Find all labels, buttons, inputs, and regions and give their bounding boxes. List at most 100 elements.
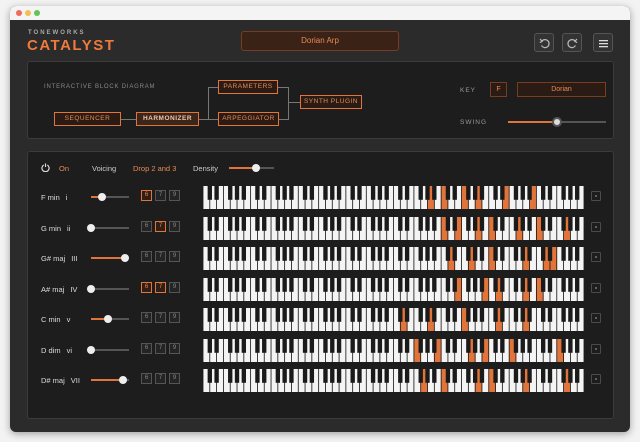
chord-velocity-slider[interactable] xyxy=(91,315,129,323)
block-sequencer[interactable]: SEQUENCER xyxy=(54,112,121,126)
velocity-knob[interactable] xyxy=(87,223,95,232)
extension-6-toggle[interactable]: 6 xyxy=(141,220,152,232)
randomize-icon[interactable] xyxy=(591,313,601,323)
preset-selector[interactable]: Dorian Arp xyxy=(241,31,399,51)
swing-slider-knob[interactable] xyxy=(552,117,562,127)
randomize-icon[interactable] xyxy=(591,282,601,293)
black-key xyxy=(323,247,328,261)
randomize-icon[interactable] xyxy=(591,252,601,262)
black-key xyxy=(357,186,362,200)
density-slider[interactable] xyxy=(229,164,274,172)
key-root-selector[interactable]: F xyxy=(490,82,507,97)
undo-button[interactable] xyxy=(534,33,554,52)
black-key xyxy=(561,247,566,261)
chord-numeral: IV xyxy=(70,284,78,294)
extension-9-toggle[interactable]: 9 xyxy=(169,190,180,201)
piano-keyboard[interactable] xyxy=(203,338,584,362)
extension-6-toggle[interactable]: 6 xyxy=(141,281,152,293)
randomize-icon[interactable] xyxy=(591,221,601,232)
redo-button[interactable] xyxy=(562,33,582,52)
extension-9-toggle[interactable]: 9 xyxy=(169,342,180,354)
swing-slider[interactable] xyxy=(508,117,606,127)
block-parameters[interactable]: PARAMETERS xyxy=(218,80,278,94)
block-synth-plugin[interactable]: SYNTH PLUGIN xyxy=(300,95,362,109)
chord-velocity-slider[interactable] xyxy=(87,284,129,293)
velocity-knob[interactable] xyxy=(87,284,95,293)
velocity-knob[interactable] xyxy=(87,345,95,354)
chord-velocity-slider[interactable] xyxy=(91,193,129,201)
black-key xyxy=(302,216,308,231)
black-key xyxy=(262,338,267,353)
extension-9-toggle[interactable]: 9 xyxy=(169,373,180,384)
black-key xyxy=(520,369,525,383)
black-key xyxy=(466,308,471,322)
extension-6-toggle[interactable]: 6 xyxy=(141,342,152,354)
menu-button[interactable] xyxy=(593,33,613,52)
piano-keyboard[interactable] xyxy=(203,216,584,240)
harmonizer-panel: On Voicing Drop 2 and 3 Density F min i 6 7… xyxy=(27,151,614,419)
black-key xyxy=(425,369,430,383)
black-key xyxy=(228,308,233,322)
piano-keyboard[interactable] xyxy=(203,369,584,392)
randomize-icon[interactable] xyxy=(591,343,601,354)
voicing-selector[interactable]: Drop 2 and 3 xyxy=(133,164,176,173)
black-key xyxy=(309,308,315,322)
extension-6-toggle[interactable]: 6 xyxy=(141,373,152,384)
black-key xyxy=(234,247,240,261)
black-key xyxy=(398,277,403,292)
extension-9-toggle[interactable]: 9 xyxy=(169,312,180,323)
extension-7-toggle[interactable]: 7 xyxy=(155,342,166,354)
minimize-window-button[interactable] xyxy=(25,10,31,16)
black-key xyxy=(398,338,403,353)
black-key xyxy=(500,369,505,383)
chord-velocity-slider[interactable] xyxy=(91,376,129,384)
extension-7-toggle[interactable]: 7 xyxy=(155,312,166,323)
swing-label: SWING xyxy=(460,119,488,126)
piano-keyboard[interactable] xyxy=(203,186,584,209)
randomize-icon[interactable] xyxy=(591,374,601,384)
velocity-knob[interactable] xyxy=(119,376,128,384)
close-window-button[interactable] xyxy=(16,10,22,16)
undo-icon xyxy=(539,38,550,49)
extension-7-toggle[interactable]: 7 xyxy=(155,373,166,384)
power-icon[interactable] xyxy=(41,163,50,172)
piano-keyboard[interactable] xyxy=(203,308,584,331)
key-mode-selector[interactable]: Dorian xyxy=(517,82,606,97)
chord-numeral: vi xyxy=(66,345,73,355)
black-key xyxy=(377,369,383,383)
chord-velocity-slider[interactable] xyxy=(87,223,129,232)
randomize-icon[interactable] xyxy=(591,191,601,201)
black-key xyxy=(275,277,281,292)
velocity-knob[interactable] xyxy=(121,254,130,262)
extension-7-toggle[interactable]: 7 xyxy=(155,220,166,232)
power-on-label[interactable]: On xyxy=(59,164,69,173)
extension-6-toggle[interactable]: 6 xyxy=(141,251,152,262)
chord-velocity-slider[interactable] xyxy=(91,254,130,262)
piano-keyboard[interactable] xyxy=(203,247,584,270)
block-arpeggiator[interactable]: ARPEGGIATOR xyxy=(218,112,279,126)
block-harmonizer[interactable]: HARMONIZER xyxy=(136,112,199,126)
piano-keyboard[interactable] xyxy=(203,277,584,301)
maximize-window-button[interactable] xyxy=(34,10,40,16)
chord-numeral: v xyxy=(66,315,71,324)
extension-6-toggle[interactable]: 6 xyxy=(141,190,152,201)
extension-9-toggle[interactable]: 9 xyxy=(169,220,180,232)
velocity-knob[interactable] xyxy=(104,315,113,323)
extension-7-toggle[interactable]: 7 xyxy=(155,251,166,262)
velocity-knob[interactable] xyxy=(98,193,107,201)
black-key xyxy=(228,369,233,383)
extension-7-toggle[interactable]: 7 xyxy=(155,281,166,293)
black-key xyxy=(547,216,553,231)
chord-velocity-slider[interactable] xyxy=(87,345,129,354)
wire-arpeggiator-out xyxy=(279,119,288,120)
black-key xyxy=(282,277,287,292)
extension-7-toggle[interactable]: 7 xyxy=(155,190,166,201)
black-key xyxy=(330,216,335,231)
black-key xyxy=(207,369,212,383)
extension-9-toggle[interactable]: 9 xyxy=(169,251,180,262)
extension-6-toggle[interactable]: 6 xyxy=(141,312,152,323)
extension-9-toggle[interactable]: 9 xyxy=(169,281,180,293)
density-slider-knob[interactable] xyxy=(252,164,260,172)
black-key xyxy=(330,247,335,261)
chord-numeral: III xyxy=(71,254,78,263)
